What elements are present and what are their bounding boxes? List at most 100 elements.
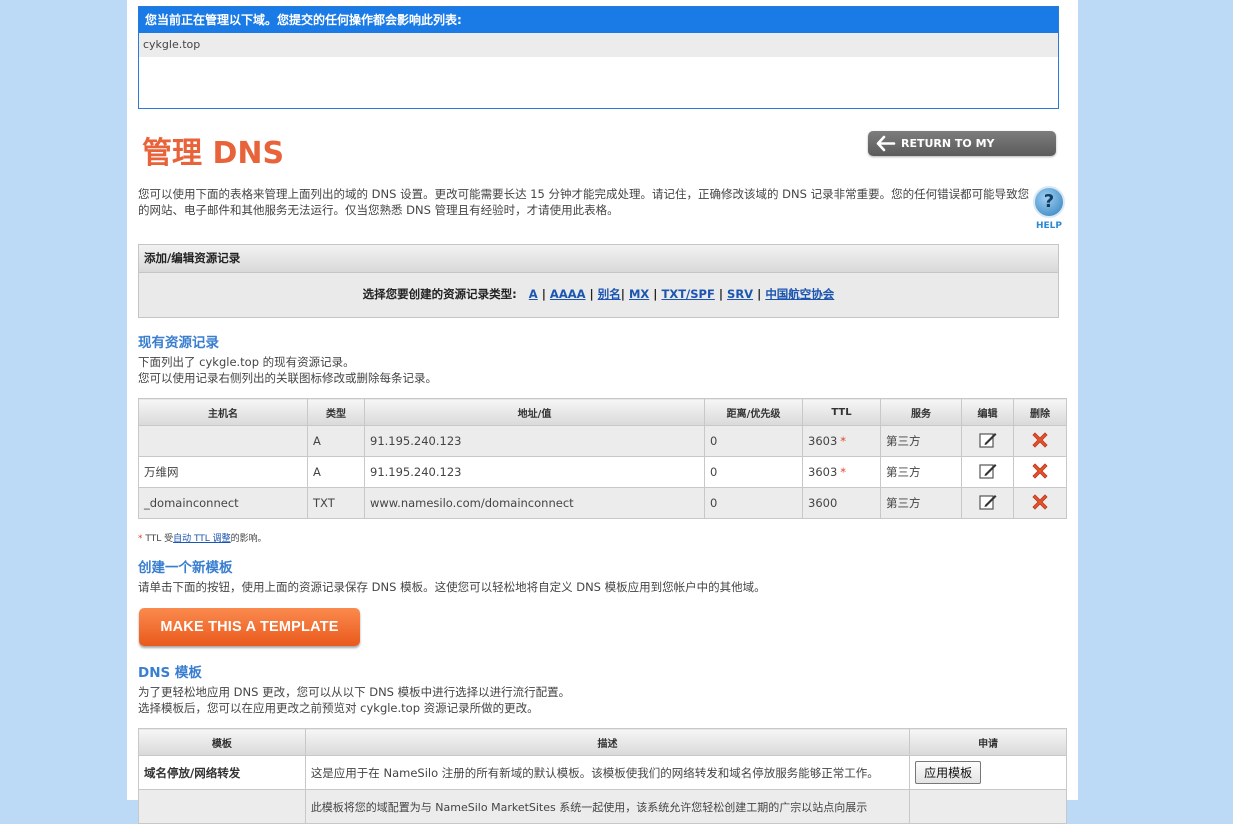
edit-record-button[interactable]: [961, 487, 1014, 519]
record-type-a-link[interactable]: A: [529, 287, 538, 301]
record-type-chooser: 选择您要创建的资源记录类型: A | AAAA | 别名| MX | TXT/S…: [362, 287, 835, 301]
delete-record-button[interactable]: [1013, 425, 1067, 457]
records-table: 主机名 类型 地址/值 距离/优先级 TTL 服务 编辑 删除 A 91.195…: [138, 398, 1067, 519]
col-apply: 申请: [909, 728, 1067, 756]
delete-record-button[interactable]: [1013, 487, 1067, 519]
ttl-value: 3603: [808, 434, 838, 448]
arrow-left-icon: [876, 135, 896, 152]
table-row: _domainconnect TXT www.namesilo.com/doma…: [138, 487, 1067, 519]
record-ttl: 3603 *: [802, 425, 881, 457]
col-edit: 编辑: [961, 398, 1014, 426]
delete-x-icon: [1032, 493, 1048, 510]
managed-domains-header: 您当前正在管理以下域。您提交的任何操作都会影响此列表:: [139, 7, 1058, 33]
record-type-cname-link[interactable]: 别名: [598, 287, 621, 301]
table-row: 万维网 A 91.195.240.123 0 3603 * 第三方: [138, 456, 1067, 488]
page-title: 管理 DNS: [142, 136, 285, 171]
record-host: [138, 425, 308, 457]
record-priority: 0: [704, 425, 803, 457]
footnote-pre: TTL 受: [142, 534, 174, 544]
record-service: 第三方: [880, 487, 962, 519]
delete-record-button[interactable]: [1013, 456, 1067, 488]
record-type: TXT: [307, 487, 365, 519]
help-button[interactable]: ? HELP: [1032, 186, 1066, 231]
return-to-domains-button[interactable]: RETURN TO MY DOMAINS: [868, 131, 1056, 175]
existing-records-line2: 您可以使用记录右侧列出的关联图标修改或删除每条记录。: [138, 371, 437, 385]
record-type-txt-link[interactable]: TXT/SPF: [662, 287, 715, 301]
template-name: 域名停放/网络转发: [138, 755, 306, 790]
record-type: A: [307, 425, 365, 457]
col-description: 描述: [304, 728, 911, 756]
col-ttl: TTL: [802, 398, 881, 426]
record-service: 第三方: [880, 456, 962, 488]
managed-domains-box: 您当前正在管理以下域。您提交的任何操作都会影响此列表: cykgle.top: [138, 6, 1059, 109]
col-host: 主机名: [138, 398, 308, 426]
auto-ttl-link[interactable]: 自动 TTL 调整: [173, 534, 231, 544]
table-row: 此模板将您的域配置为与 NameSilo MarketSites 系统一起使用，…: [138, 789, 1067, 824]
existing-records-title: 现有资源记录: [138, 335, 219, 351]
table-row: 域名停放/网络转发 这是应用于在 NameSilo 注册的所有新域的默认模板。该…: [138, 755, 1067, 790]
help-icon: ?: [1033, 186, 1065, 218]
ttl-star: *: [840, 465, 847, 479]
delete-x-icon: [1032, 431, 1048, 448]
page-container: 您当前正在管理以下域。您提交的任何操作都会影响此列表: cykgle.top 管…: [127, 0, 1078, 824]
record-priority: 0: [704, 456, 803, 488]
managed-domain-item: cykgle.top: [139, 33, 1058, 57]
delete-x-icon: [1032, 462, 1048, 479]
record-service: 第三方: [880, 425, 962, 457]
records-table-header: 主机名 类型 地址/值 距离/优先级 TTL 服务 编辑 删除: [138, 398, 1067, 426]
col-delete: 删除: [1013, 398, 1067, 426]
record-value: www.namesilo.com/domainconnect: [364, 487, 705, 519]
edit-icon: [978, 432, 996, 448]
dns-templates-text: 为了更轻松地应用 DNS 更改，您可以从以下 DNS 模板中进行选择以进行流行配…: [138, 684, 570, 716]
record-type-prompt: 选择您要创建的资源记录类型:: [362, 287, 517, 301]
table-row: A 91.195.240.123 0 3603 * 第三方: [138, 425, 1067, 457]
template-name: [138, 789, 306, 824]
edit-icon: [978, 463, 996, 479]
existing-records-line1: 下面列出了 cykgle.top 的现有资源记录。: [138, 355, 355, 369]
record-host: 万维网: [138, 456, 308, 488]
add-edit-record-panel: 添加/编辑资源记录 选择您要创建的资源记录类型: A | AAAA | 别名| …: [138, 244, 1059, 318]
col-priority: 距离/优先级: [704, 398, 803, 426]
templates-table-header: 模板 描述 申请: [138, 728, 1067, 756]
existing-records-text: 下面列出了 cykgle.top 的现有资源记录。 您可以使用记录右侧列出的关联…: [138, 354, 437, 386]
edit-record-button[interactable]: [961, 456, 1014, 488]
template-apply-cell: [909, 789, 1067, 824]
record-type: A: [307, 456, 365, 488]
return-button-label: RETURN TO MY DOMAINS: [901, 137, 995, 175]
template-apply-cell: 应用模板: [909, 755, 1067, 790]
template-description: 这是应用于在 NameSilo 注册的所有新域的默认模板。该模板使我们的网络转发…: [304, 755, 911, 790]
new-template-text: 请单击下面的按钮，使用上面的资源记录保存 DNS 模板。这使您可以轻松地将自定义…: [138, 580, 766, 594]
record-host: _domainconnect: [138, 487, 308, 519]
record-type-caa-link[interactable]: 中国航空协会: [765, 287, 834, 301]
ttl-footnote: * TTL 受自动 TTL 调整的影响。: [138, 531, 267, 544]
record-type-aaaa-link[interactable]: AAAA: [550, 287, 586, 301]
ttl-value: 3603: [808, 465, 838, 479]
record-priority: 0: [704, 487, 803, 519]
template-description: 此模板将您的域配置为与 NameSilo MarketSites 系统一起使用，…: [304, 789, 911, 824]
dns-templates-line1: 为了更轻松地应用 DNS 更改，您可以从以下 DNS 模板中进行选择以进行流行配…: [138, 685, 571, 699]
templates-table: 模板 描述 申请 域名停放/网络转发 这是应用于在 NameSilo 注册的所有…: [138, 728, 1067, 824]
record-ttl: 3600: [802, 487, 881, 519]
col-service: 服务: [880, 398, 962, 426]
help-label: HELP: [1035, 221, 1062, 231]
dns-templates-title: DNS 模板: [138, 665, 202, 681]
add-edit-header: 添加/编辑资源记录: [139, 245, 1058, 273]
dns-templates-line2: 选择模板后，您可以在应用更改之前预览对 cykgle.top 资源记录所做的更改…: [138, 701, 539, 715]
footnote-post: 的影响。: [230, 534, 267, 544]
make-template-button[interactable]: MAKE THIS A TEMPLATE: [139, 608, 360, 646]
record-value: 91.195.240.123: [364, 425, 705, 457]
record-ttl: 3603 *: [802, 456, 881, 488]
ttl-value: 3600: [808, 496, 838, 510]
intro-text: 您可以使用下面的表格来管理上面列出的域的 DNS 设置。更改可能需要长达 15 …: [138, 187, 1030, 217]
col-template: 模板: [138, 728, 306, 756]
new-template-title: 创建一个新模板: [138, 560, 233, 576]
ttl-star: *: [840, 434, 847, 448]
edit-record-button[interactable]: [961, 425, 1014, 457]
col-value: 地址/值: [364, 398, 705, 426]
record-type-srv-link[interactable]: SRV: [727, 287, 753, 301]
record-type-mx-link[interactable]: MX: [629, 287, 649, 301]
edit-icon: [978, 494, 996, 510]
apply-template-button[interactable]: 应用模板: [915, 761, 982, 784]
record-value: 91.195.240.123: [364, 456, 705, 488]
col-type: 类型: [307, 398, 365, 426]
